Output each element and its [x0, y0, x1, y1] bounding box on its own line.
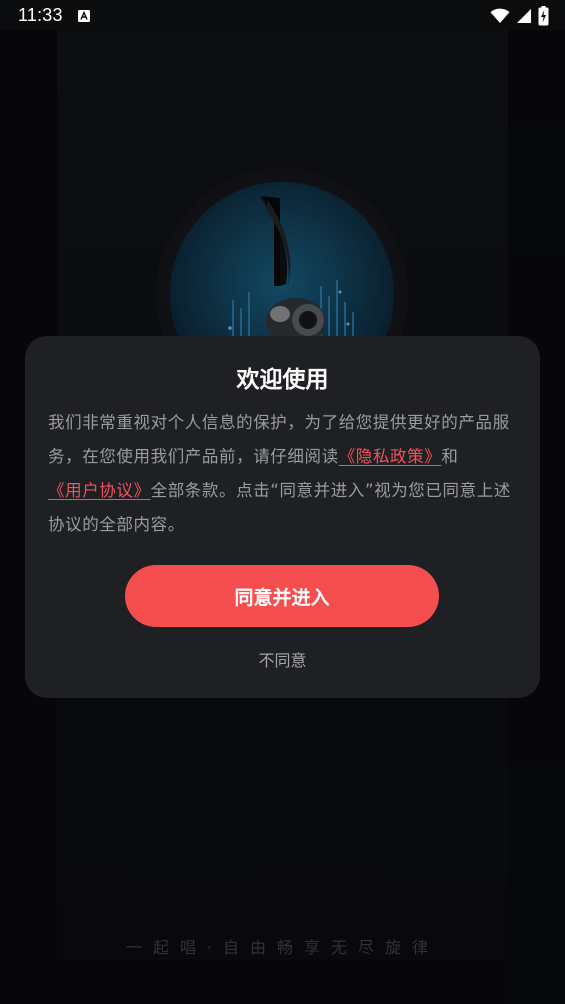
signal-icon [517, 9, 531, 23]
status-icons [490, 6, 549, 26]
battery-charging-icon [538, 6, 549, 26]
disagree-button[interactable]: 不同意 [225, 647, 340, 671]
agree-button[interactable]: 同意并进入 [125, 565, 439, 627]
app-notification-icon [78, 10, 90, 22]
privacy-dialog: 欢迎使用 我们非常重视对个人信息的保护，为了给您提供更好的产品服务，在您使用我们… [25, 336, 540, 698]
user-agreement-link[interactable]: 《用户协议》 [48, 481, 151, 500]
status-bar: 11:33 [0, 0, 565, 32]
status-time: 11:33 [18, 5, 63, 25]
dialog-body-and: 和 [441, 447, 459, 466]
dialog-title: 欢迎使用 [236, 367, 329, 393]
privacy-policy-link[interactable]: 《隐私政策》 [339, 447, 442, 466]
wifi-icon [490, 8, 510, 23]
dialog-body: 我们非常重视对个人信息的保护，为了给您提供更好的产品服务，在您使用我们产品前，请… [48, 406, 520, 542]
